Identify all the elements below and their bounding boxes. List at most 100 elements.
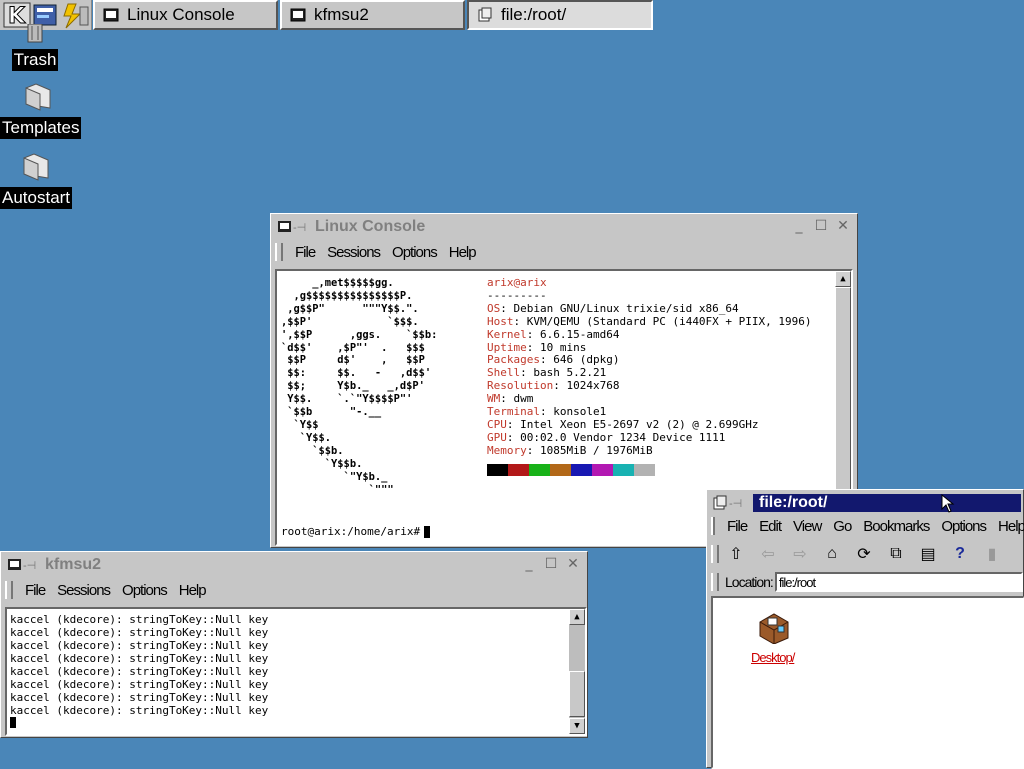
minimize-icon[interactable]: _ — [521, 556, 537, 572]
scroll-up-icon[interactable]: ▲ — [569, 609, 585, 625]
console-titlebar[interactable]: -⊣ Linux Console _ ☐ ✕ — [273, 216, 855, 238]
info-lines: OS: Debian GNU/Linux trixie/sid x86_64 Ho… — [487, 301, 812, 458]
copy-icon[interactable]: ⧉ — [885, 543, 907, 565]
menu-view[interactable]: View — [793, 518, 822, 535]
scroll-thumb[interactable] — [569, 671, 585, 717]
locbar-grip[interactable] — [711, 573, 719, 591]
menu-file[interactable]: File — [727, 518, 748, 535]
color-swatch — [592, 463, 613, 476]
info-colon: : — [553, 379, 567, 393]
window-menu-icon[interactable]: -⊣ — [277, 219, 307, 235]
svg-text:-⊣: -⊣ — [23, 560, 36, 572]
scroll-down-icon[interactable]: ▼ — [569, 718, 585, 734]
maximize-icon[interactable]: ☐ — [543, 556, 559, 572]
info-value: Intel Xeon E5-2697 v2 (2) @ 2.699GHz — [520, 417, 759, 431]
konqueror-titlebar[interactable]: -⊣ file:/root/ — [709, 492, 1021, 514]
desktop-icon-trash[interactable]: Trash — [10, 23, 60, 71]
scroll-up-icon[interactable]: ▲ — [835, 271, 851, 287]
back-arrow-icon[interactable]: ⇦ — [757, 543, 779, 565]
stop-icon[interactable]: ▮ — [981, 543, 1003, 565]
desktop-icon-templates[interactable]: Templates — [0, 80, 82, 139]
menu-go[interactable]: Go — [833, 518, 852, 535]
menubar-grip[interactable] — [711, 517, 715, 535]
info-line: Memory: 1085MiB / 1976MiB — [487, 443, 812, 458]
taskbar-item-linux-console[interactable]: Linux Console — [93, 0, 278, 30]
console-menubar: File Sessions Options Help — [275, 240, 853, 264]
taskbar-item-label: Linux Console — [127, 5, 235, 24]
info-value: bash 5.2.21 — [533, 366, 607, 380]
toolbar-grip[interactable] — [711, 545, 719, 563]
location-input[interactable]: file:/root — [774, 572, 1023, 592]
location-label: Location: — [725, 574, 774, 590]
desktop-icon-label: Templates — [0, 117, 82, 139]
menu-edit[interactable]: Edit — [759, 518, 782, 535]
home-icon[interactable]: ⌂ — [821, 543, 843, 565]
desktop-icon-autostart[interactable]: Autostart — [0, 150, 73, 209]
info-colon: : — [539, 405, 554, 419]
desktop-folder-icon — [759, 613, 789, 645]
kfmsu2-titlebar[interactable]: -⊣ kfmsu2 _ ☐ ✕ — [3, 554, 585, 576]
text-cursor — [10, 717, 16, 728]
taskbar-item-kfmsu2[interactable]: kfmsu2 — [280, 0, 465, 30]
reload-icon[interactable]: ⟳ — [853, 543, 875, 565]
forward-arrow-icon[interactable]: ⇨ — [789, 543, 811, 565]
menu-options[interactable]: Options — [392, 244, 438, 261]
kfmsu2-terminal[interactable]: kaccel (kdecore): stringToKey::Null key k… — [5, 607, 587, 736]
taskbar-item-file-root[interactable]: file:/root/ — [467, 0, 653, 30]
file-manager-icon — [478, 7, 492, 22]
mouse-pointer-icon — [941, 494, 955, 513]
up-arrow-icon[interactable]: ⇧ — [725, 543, 747, 565]
folder-icon — [25, 83, 51, 111]
kfmsu2-scrollbar[interactable]: ▲ ▼ — [569, 609, 585, 734]
folder-icon — [23, 153, 49, 181]
close-icon[interactable]: ✕ — [565, 556, 581, 572]
menu-bookmarks[interactable]: Bookmarks — [863, 518, 930, 535]
menu-sessions[interactable]: Sessions — [327, 244, 381, 261]
window-menu-icon[interactable]: -⊣ — [713, 495, 745, 511]
file-item-desktop[interactable]: Desktop/ — [751, 610, 795, 667]
help-icon[interactable]: ? — [949, 543, 971, 565]
file-item-label: Desktop/ — [751, 650, 795, 665]
log-line: kaccel (kdecore): stringToKey::Null key — [10, 665, 269, 678]
info-value: 646 (dpkg) — [553, 353, 620, 367]
menu-options[interactable]: Options — [941, 518, 987, 535]
paste-icon[interactable]: ▤ — [917, 543, 939, 565]
file-view[interactable]: Desktop/ — [711, 596, 1024, 769]
info-label: Host — [487, 314, 514, 328]
menu-help[interactable]: Help — [179, 582, 207, 599]
maximize-icon[interactable]: ☐ — [813, 218, 829, 234]
menu-file[interactable]: File — [25, 582, 46, 599]
info-colon: : — [500, 392, 514, 406]
kfmsu2-window: -⊣ kfmsu2 _ ☐ ✕ File Sessions Options He… — [0, 551, 588, 738]
minimize-icon[interactable]: _ — [791, 218, 807, 234]
info-colon: : — [500, 301, 514, 315]
color-swatch — [634, 463, 655, 476]
menu-options[interactable]: Options — [122, 582, 168, 599]
info-colon: : — [520, 366, 534, 380]
log-lines: kaccel (kdecore): stringToKey::Null key k… — [10, 613, 585, 728]
info-colon: : — [506, 430, 521, 444]
log-line: kaccel (kdecore): stringToKey::Null key — [10, 678, 269, 691]
log-line: kaccel (kdecore): stringToKey::Null key — [10, 652, 269, 665]
menu-help[interactable]: Help — [998, 518, 1024, 535]
info-label: Packages — [487, 353, 540, 367]
color-swatch — [571, 463, 592, 476]
taskbar-item-label: kfmsu2 — [314, 5, 369, 24]
menu-sessions[interactable]: Sessions — [57, 582, 111, 599]
taskbar-item-label: file:/root/ — [501, 5, 567, 24]
debian-ascii-logo: _,met$$$$$gg. ,g$$$$$$$$$$$$$$$P. ,g$$P"… — [281, 277, 438, 496]
window-title: Linux Console — [315, 218, 426, 235]
menu-help[interactable]: Help — [449, 244, 477, 261]
menubar-grip[interactable] — [275, 243, 283, 261]
close-icon[interactable]: ✕ — [835, 218, 851, 234]
menubar-grip[interactable] — [5, 581, 13, 599]
system-info: arix@arix --------- OS: Debian GNU/Linux… — [487, 276, 812, 476]
info-colon: : — [526, 443, 540, 457]
window-menu-icon[interactable]: -⊣ — [7, 557, 37, 573]
info-value: dwm — [513, 392, 534, 406]
menu-file[interactable]: File — [295, 244, 316, 261]
user-host: arix@arix — [487, 276, 547, 289]
konqueror-toolbar: ⇧ ⇦ ⇨ ⌂ ⟳ ⧉ ▤ ? ▮ — [711, 540, 1023, 568]
info-line: Resolution: 1024x768 — [487, 379, 812, 393]
log-line: kaccel (kdecore): stringToKey::Null key — [10, 691, 269, 704]
